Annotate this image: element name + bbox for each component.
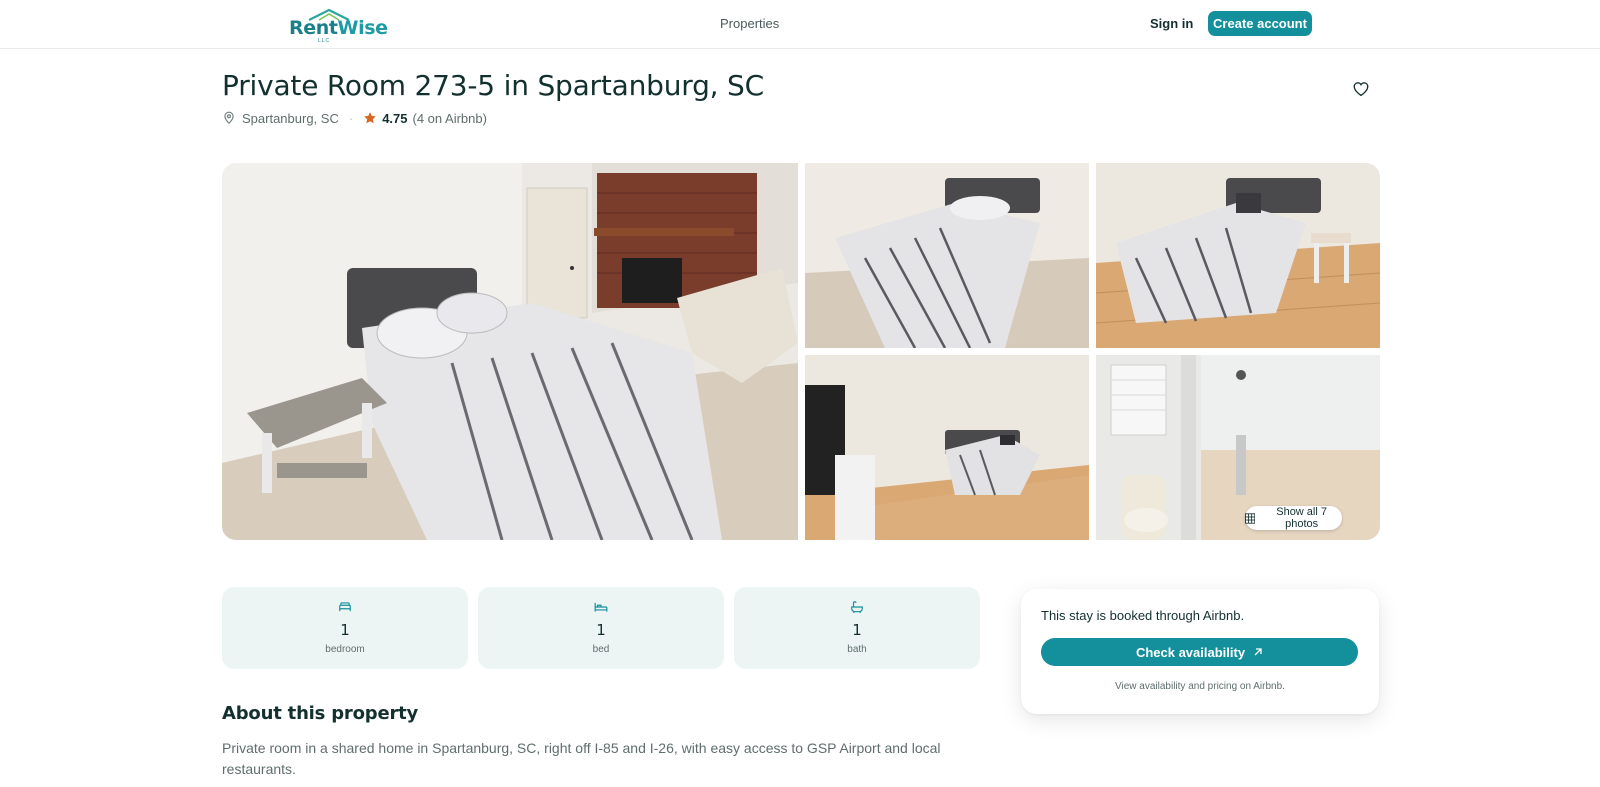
bath-label: bath <box>847 644 867 655</box>
booking-subtext: View availability and pricing on Airbnb. <box>1115 681 1285 692</box>
bed-count: 1 <box>596 621 606 639</box>
gallery-photo-main[interactable] <box>222 163 798 540</box>
favorite-heart-icon[interactable] <box>1352 80 1370 98</box>
listing-location: Spartanburg, SC <box>242 110 339 126</box>
show-all-photos-label: Show all 7 photos <box>1276 506 1327 530</box>
review-count: (4 on Airbnb) <box>412 110 487 126</box>
booking-card: This stay is booked through Airbnb. Chec… <box>1021 589 1379 714</box>
create-account-button[interactable]: Create account <box>1208 11 1312 36</box>
gallery-photo-2[interactable] <box>805 163 1089 348</box>
stat-card-beds: 1 bed <box>478 587 724 669</box>
check-availability-button[interactable]: Check availability <box>1041 638 1358 666</box>
about-heading: About this property <box>222 703 419 724</box>
bed-icon <box>594 602 608 612</box>
bath-icon <box>851 601 863 614</box>
listing-meta: Spartanburg, SC · 4.75 (4 on Airbnb) <box>222 109 487 127</box>
nav-link-properties[interactable]: Properties <box>720 16 779 31</box>
top-navigation-bar: RentWise LLC Properties Sign in Create a… <box>0 0 1600 49</box>
rating-value: 4.75 <box>382 110 408 126</box>
external-link-arrow-icon <box>1254 648 1262 656</box>
bath-count: 1 <box>852 621 862 639</box>
bedroom-count: 1 <box>340 621 350 639</box>
booking-note: This stay is booked through Airbnb. <box>1041 608 1245 623</box>
gallery-photo-3[interactable] <box>1096 163 1380 348</box>
photo-gallery <box>222 163 1380 540</box>
show-all-photos-button[interactable]: Show all 7 photos <box>1245 506 1342 530</box>
logo-wordmark: RentWise <box>289 17 388 39</box>
stat-card-baths: 1 bath <box>734 587 980 669</box>
check-availability-label: Check availability <box>1135 644 1246 660</box>
location-pin-icon <box>224 111 234 125</box>
bedroom-icon <box>339 602 351 612</box>
rentwise-logo[interactable]: RentWise LLC <box>289 8 388 44</box>
bedroom-label: bedroom <box>325 644 365 655</box>
about-description: Private room in a shared home in Spartan… <box>222 740 941 777</box>
sign-in-link[interactable]: Sign in <box>1150 16 1193 31</box>
grid-icon <box>1245 512 1256 524</box>
stat-card-bedrooms: 1 bedroom <box>222 587 468 669</box>
page-title: Private Room 273-5 in Spartanburg, SC <box>222 69 764 102</box>
separator-dot: · <box>348 110 354 126</box>
gallery-photo-4[interactable] <box>805 355 1089 540</box>
bed-label: bed <box>592 644 610 655</box>
logo-llc: LLC <box>318 38 331 44</box>
star-icon <box>364 112 377 124</box>
